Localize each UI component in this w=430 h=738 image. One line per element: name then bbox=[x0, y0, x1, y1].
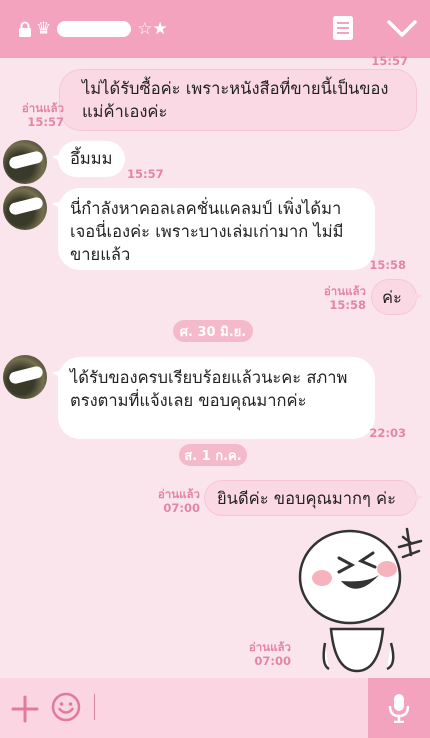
message-time: 15:57 bbox=[371, 54, 408, 68]
chat-header: ♛ ☆★ bbox=[0, 0, 430, 58]
message-bubble-incoming[interactable]: ได้รับของครบเรียบร้อยแล้วนะคะ สภาพตรงตาม… bbox=[58, 357, 375, 439]
chat-title: ♛ ☆★ bbox=[18, 19, 168, 39]
message-bubble-incoming[interactable]: อึ้มมม bbox=[58, 141, 125, 177]
message-text: ยินดีค่ะ ขอบคุณมากๆ ค่ะ bbox=[217, 489, 396, 508]
laughing-sticker[interactable] bbox=[295, 525, 425, 675]
title-suffix: ☆★ bbox=[137, 19, 168, 39]
message-time: 15:58 bbox=[369, 258, 406, 272]
title-prefix: ♛ bbox=[36, 19, 52, 39]
message-text: ไม่ได้รับซื้อค่ะ เพราะหนังสือที่ขายนี้เป… bbox=[82, 79, 389, 121]
message-bubble-outgoing[interactable]: ค่ะ bbox=[371, 279, 417, 315]
redacted-name bbox=[57, 21, 132, 37]
message-time: 15:58 bbox=[329, 298, 366, 312]
message-text: นี่กำลังหาคอลเลคชั่นแคลมป์ เพิ่งได้มาเจอ… bbox=[70, 199, 344, 264]
read-receipt: อ่านแล้ว bbox=[323, 284, 366, 298]
message-time: 15:57 bbox=[27, 115, 64, 129]
date-label: ส. 1 ก.ค. bbox=[184, 448, 242, 464]
message-time: 07:00 bbox=[254, 654, 291, 668]
read-receipt: อ่านแล้ว bbox=[157, 487, 200, 501]
message-bubble-outgoing[interactable]: ยินดีค่ะ ขอบคุณมากๆ ค่ะ bbox=[204, 480, 417, 516]
notes-icon[interactable] bbox=[331, 15, 355, 41]
lock-icon bbox=[19, 21, 31, 37]
message-bubble-incoming[interactable]: นี่กำลังหาคอลเลคชั่นแคลมป์ เพิ่งได้มาเจอ… bbox=[58, 188, 375, 270]
message-time: 22:03 bbox=[369, 426, 406, 440]
read-receipt: อ่านแล้ว bbox=[21, 101, 64, 115]
avatar[interactable] bbox=[3, 186, 47, 230]
date-label: ศ. 30 มิ.ย. bbox=[179, 324, 247, 340]
message-text: อึ้มมม bbox=[70, 149, 113, 168]
message-bubble-outgoing[interactable]: ไม่ได้รับซื้อค่ะ เพราะหนังสือที่ขายนี้เป… bbox=[59, 69, 417, 131]
avatar[interactable] bbox=[3, 355, 47, 399]
mic-button[interactable] bbox=[368, 678, 430, 738]
message-text: ค่ะ bbox=[382, 288, 402, 307]
message-time: 07:00 bbox=[163, 501, 200, 515]
avatar[interactable] bbox=[3, 140, 47, 184]
message-time: 15:57 bbox=[127, 167, 164, 181]
plus-icon[interactable] bbox=[11, 695, 39, 723]
input-divider bbox=[94, 694, 95, 720]
read-receipt: อ่านแล้ว bbox=[248, 640, 291, 654]
date-separator: ส. 1 ก.ค. bbox=[179, 444, 247, 466]
mic-icon bbox=[388, 694, 410, 723]
chevron-down-icon[interactable] bbox=[386, 17, 418, 41]
message-text: ได้รับของครบเรียบร้อยแล้วนะคะ สภาพตรงตาม… bbox=[70, 368, 348, 410]
smile-icon[interactable] bbox=[51, 692, 81, 722]
date-separator: ศ. 30 มิ.ย. bbox=[173, 320, 253, 342]
